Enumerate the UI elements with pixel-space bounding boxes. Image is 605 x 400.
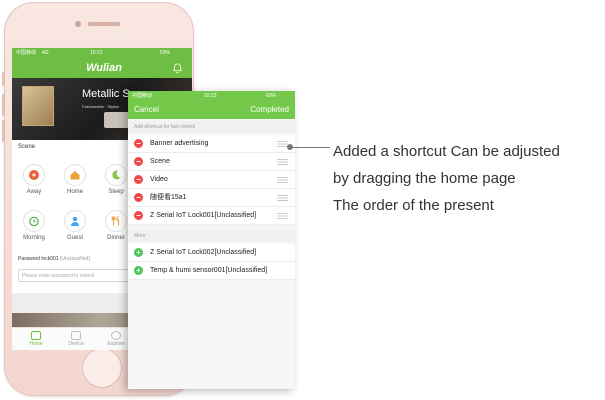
drag-handle-icon[interactable] (277, 159, 288, 165)
app-header: Wulian (12, 58, 192, 78)
drag-handle-icon[interactable] (277, 195, 288, 201)
scene-home[interactable]: Home (61, 164, 89, 195)
tab-home[interactable]: Home (16, 328, 56, 350)
scene-morning[interactable]: Morning (20, 210, 48, 241)
remove-icon[interactable]: − (134, 157, 143, 166)
clock-text: 10:23 (204, 93, 217, 99)
shortcut-section-header: Add shortcut for fast control (128, 121, 295, 133)
home-tab-icon (31, 331, 41, 340)
callout-text: Added a shortcut Can be adjusted by drag… (333, 138, 605, 219)
shortcut-row: − Video (128, 171, 295, 189)
device-status: [Unclassified] (59, 256, 90, 262)
remove-icon[interactable]: − (134, 175, 143, 184)
scene-guest[interactable]: Guest (61, 210, 89, 241)
completed-button[interactable]: Completed (250, 101, 289, 119)
earpiece-speaker (88, 22, 120, 26)
drag-handle-icon[interactable] (277, 177, 288, 183)
scene-label: Morning (23, 235, 45, 241)
shortcut-label: 随便看15a1 (150, 194, 187, 201)
device-tab-icon (71, 331, 81, 340)
drag-handle-icon[interactable] (277, 213, 288, 219)
shortcut-label: Video (150, 176, 168, 183)
password-lock-label: Password lock001 [Unclassified] (18, 256, 90, 262)
carrier-text: 中国移动 (16, 50, 37, 56)
scene-label: Sleep (108, 189, 124, 195)
home-icon (64, 164, 86, 186)
shortcut-row: − Scene (128, 153, 295, 171)
more-section-header: More (128, 230, 295, 242)
away-icon (23, 164, 45, 186)
banner-product-image (22, 86, 54, 126)
more-row: + Z Serial IoT Lock002[Unclassified] (128, 244, 295, 262)
fork-knife-icon (105, 210, 127, 232)
scene-dinner[interactable]: Dinner (102, 210, 130, 241)
scene-section-title: Scene (18, 144, 36, 150)
edit-shortcut-screen: 中国移动 10:23 60% Cancel Completed Add shor… (128, 91, 295, 389)
shortcut-label: Scene (150, 158, 170, 165)
scene-sleep[interactable]: Sleep (102, 164, 130, 195)
shortcut-row: − Banner advertising (128, 135, 295, 153)
shortcut-label: Banner advertising (150, 140, 209, 147)
explore-tab-icon (111, 331, 121, 340)
callout-line (292, 147, 330, 148)
callout-line-2: by dragging the home page (333, 170, 516, 187)
phone-home-button[interactable] (82, 348, 122, 388)
scene-label: Guest (66, 235, 83, 241)
front-camera (75, 21, 81, 27)
tab-label: Home (29, 341, 43, 347)
tab-device[interactable]: Device (56, 328, 96, 350)
bell-icon[interactable] (172, 62, 183, 74)
shortcut-row: − Z Serial IoT Lock001[Unclassified] (128, 207, 295, 225)
callout-line-1: Added a shortcut Can be adjusted (333, 143, 560, 160)
more-row: + Temp & humi sensor001[Unclassified] (128, 262, 295, 280)
add-icon[interactable]: + (134, 266, 143, 275)
cancel-button[interactable]: Cancel (134, 101, 159, 119)
shortcut-row: − 随便看15a1 (128, 189, 295, 207)
app-logo: Wulian (86, 62, 122, 74)
moon-icon (105, 164, 127, 186)
network-text: 4G (42, 50, 49, 56)
remove-icon[interactable]: − (134, 139, 143, 148)
device-name: Password lock001 (18, 256, 59, 262)
scene-label: Dinner (107, 235, 125, 241)
scene-label: Home (66, 189, 83, 195)
remove-icon[interactable]: − (134, 211, 143, 220)
scene-label: Away (26, 189, 42, 195)
more-item-label: Temp & humi sensor001[Unclassified] (150, 267, 268, 274)
tab-label: Device (68, 341, 84, 347)
banner-subtitle: Fashionable · Stylish (82, 104, 120, 109)
more-item-label: Z Serial IoT Lock002[Unclassified] (150, 249, 257, 256)
add-icon[interactable]: + (134, 248, 143, 257)
alarm-clock-icon (23, 210, 45, 232)
shortcut-label: Z Serial IoT Lock001[Unclassified] (150, 212, 257, 219)
callout-line-3: The order of the present (333, 197, 494, 214)
guest-icon (64, 210, 86, 232)
remove-icon[interactable]: − (134, 193, 143, 202)
battery-text: 53% (160, 50, 171, 56)
nav-bar: Cancel Completed (128, 101, 295, 119)
battery-text: 60% (266, 93, 277, 99)
status-bar: 中国移动 10:23 60% (128, 91, 295, 101)
status-bar: 中国移动 4G 10:21 53% (12, 48, 192, 58)
carrier-text: 中国移动 (132, 93, 153, 99)
scene-away[interactable]: Away (20, 164, 48, 195)
clock-text: 10:21 (90, 50, 103, 56)
